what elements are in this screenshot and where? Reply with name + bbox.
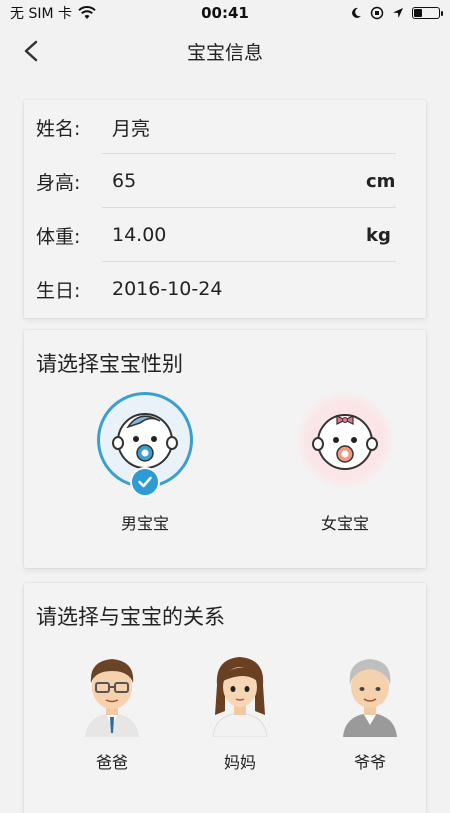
relation-card: 请选择与宝宝的关系 爸爸 妈妈 爷爷 [24,583,426,813]
location-icon [393,8,403,18]
weight-value[interactable]: 14.00 [112,224,366,246]
father-avatar-icon [85,659,139,737]
relation-option-mom[interactable]: 妈妈 [190,645,290,773]
status-right [350,6,443,20]
girl-option[interactable]: 女宝宝 [290,392,400,534]
birthday-value[interactable]: 2016-10-24 [112,278,414,300]
baby-info-card: 姓名: 月亮 身高: 65 cm 体重: 14.00 kg 生日: 2016-1… [24,100,426,318]
birthday-label: 生日: [36,279,81,302]
grandpa-label: 爷爷 [353,753,386,772]
gender-card: 请选择宝宝性别 男宝宝 女宝宝 [24,330,426,568]
name-label: 姓名: [36,117,81,140]
status-time: 00:41 [201,4,249,22]
dad-label: 爸爸 [95,753,128,772]
wifi-icon [78,6,96,19]
mother-avatar-icon [212,657,268,737]
selected-check-icon [130,467,160,497]
carrier-text: 无 SIM 卡 [10,6,72,22]
back-button[interactable] [18,38,44,64]
name-value[interactable]: 月亮 [112,114,414,141]
relation-option-dad[interactable]: 爸爸 [62,645,162,773]
boy-avatar [97,392,193,497]
orientation-lock-icon [370,6,384,20]
boy-option[interactable]: 男宝宝 [90,392,200,534]
nav-bar: 宝宝信息 [0,26,450,76]
chevron-left-icon [24,40,38,62]
mom-label: 妈妈 [223,753,256,772]
moon-icon [352,7,361,18]
height-row[interactable]: 身高: 65 cm [36,154,414,208]
height-label: 身高: [36,171,81,194]
battery-icon [412,7,443,19]
status-left: 无 SIM 卡 [10,3,96,23]
status-bar: 无 SIM 卡 00:41 [0,0,450,26]
weight-label: 体重: [36,225,81,248]
grandfather-avatar-icon [343,659,397,737]
name-row[interactable]: 姓名: 月亮 [36,100,414,154]
relation-option-grandpa[interactable]: 爷爷 [320,645,420,773]
boy-label: 男宝宝 [120,514,169,533]
weight-unit: kg [366,224,391,246]
baby-girl-icon [312,414,378,470]
height-value[interactable]: 65 [112,170,366,192]
gender-title: 请选择宝宝性别 [36,352,183,376]
page-title: 宝宝信息 [186,41,263,64]
relation-title: 请选择与宝宝的关系 [36,605,225,629]
girl-label: 女宝宝 [320,514,369,533]
birthday-row[interactable]: 生日: 2016-10-24 [36,262,414,316]
height-unit: cm [366,170,396,192]
weight-row[interactable]: 体重: 14.00 kg [36,208,414,262]
girl-avatar [297,392,393,488]
